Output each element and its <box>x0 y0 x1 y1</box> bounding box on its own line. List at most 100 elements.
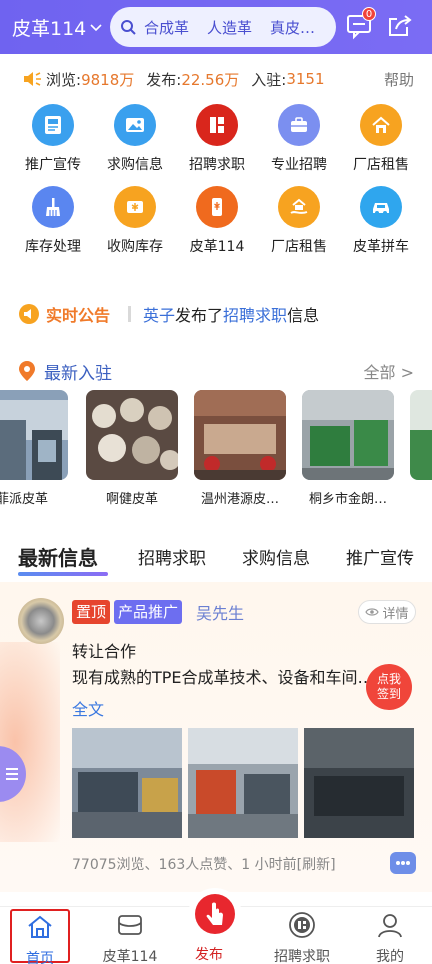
share-icon[interactable] <box>387 13 413 39</box>
tab-latest[interactable]: 最新信息 <box>18 542 98 571</box>
newest-shops-carousel[interactable]: 菲派皮革 啊健皮革 温州港源皮… 桐乡市金朗… 亚 <box>0 390 432 510</box>
publish-button[interactable] <box>188 888 242 942</box>
message-badge: 0 <box>362 7 376 21</box>
promotion-icon <box>32 104 74 146</box>
shop-photo <box>194 390 286 480</box>
views-label: 浏览: <box>46 70 82 89</box>
detail-button[interactable]: 详情 <box>358 600 416 624</box>
speaker-icon <box>24 72 41 86</box>
author-name[interactable]: 吴先生 <box>196 600 244 624</box>
grid-item-inventory[interactable]: 库存处理 <box>12 186 94 256</box>
post-card[interactable]: 置顶 产品推广 吴先生 详情 转让合作 现有成熟的TPE合成革技术、设备和车间…… <box>0 582 432 892</box>
search-input[interactable]: 合成革 人造革 真皮… <box>110 7 336 47</box>
shop-photo <box>410 390 432 480</box>
grid-item-pro-recruit[interactable]: 专业招聘 <box>258 104 340 174</box>
phone-icon <box>196 186 238 228</box>
grid-item-promotion[interactable]: 推广宣传 <box>12 104 94 174</box>
shop-name: 桐乡市金朗… <box>308 492 387 507</box>
shop-card[interactable]: 菲派皮革 <box>0 390 68 507</box>
post-meta: 77075浏览、163人点赞、1 小时前[刷新] <box>72 857 336 873</box>
active-tab-indicator <box>18 572 108 576</box>
house-hand-icon <box>278 186 320 228</box>
post-photo[interactable]: 更多 图片 <box>304 728 414 838</box>
home-icon <box>28 915 52 938</box>
full-text-link[interactable]: 全文 <box>72 696 104 720</box>
grid-label: 皮革拼车 <box>353 239 409 255</box>
views-value: 9818万 <box>81 70 135 89</box>
checkin-line: 点我 <box>376 672 401 686</box>
grid-label: 招聘求职 <box>189 157 245 173</box>
notice-text: 发布了 <box>175 306 224 325</box>
shop-name: 温州港源皮… <box>200 492 279 507</box>
tab-promotion[interactable]: 推广宣传 <box>346 544 414 569</box>
stats-bar: 浏览: 9818万 发布: 22.56万 入驻: 3151 帮助 <box>0 62 432 96</box>
briefcase-icon <box>278 104 320 146</box>
nav-home[interactable]: 首页 <box>10 909 70 964</box>
store-icon <box>118 915 142 935</box>
grid-item-rental-2[interactable]: 厂店租售 <box>258 186 340 256</box>
search-keyword[interactable]: 真皮… <box>270 17 315 38</box>
recruit-icon <box>196 104 238 146</box>
info-tabs: 最新信息 招聘求职 求购信息 推广宣传 <box>0 540 432 580</box>
post-title: 转让合作 <box>72 642 137 661</box>
image-icon <box>114 104 156 146</box>
grid-item-acquire-stock[interactable]: 收购库存 <box>94 186 176 256</box>
search-keyword[interactable]: 人造革 <box>207 17 252 38</box>
publish-label: 发布 <box>195 947 223 963</box>
shop-name: 啊健皮革 <box>105 492 158 507</box>
nav-me[interactable]: 我的 <box>352 911 428 964</box>
grid-label: 厂店租售 <box>353 157 409 173</box>
shop-name: 亚 <box>410 488 432 507</box>
search-keyword[interactable]: 合成革 <box>144 17 189 38</box>
post-body: 现有成熟的TPE合成革技术、设备和车间… <box>72 668 374 687</box>
post-photo[interactable] <box>188 728 298 838</box>
avatar[interactable] <box>18 598 64 644</box>
chevron-down-icon <box>90 24 102 32</box>
newest-title: 最新入驻 <box>44 363 112 384</box>
shop-card[interactable]: 啊健皮革 <box>86 390 178 507</box>
shop-photo <box>302 390 394 480</box>
grid-item-leather114[interactable]: 皮革114 <box>176 186 258 256</box>
shop-card[interactable]: 桐乡市金朗… <box>302 390 394 507</box>
comment-icon[interactable] <box>390 852 416 874</box>
grid-label: 库存处理 <box>25 239 81 255</box>
checkin-button[interactable]: 点我 签到 <box>366 664 412 710</box>
grid-label: 专业招聘 <box>271 157 327 173</box>
menu-icon <box>6 768 18 780</box>
grid-label: 推广宣传 <box>25 157 81 173</box>
eye-icon <box>365 608 380 616</box>
help-link[interactable]: 帮助 <box>384 69 414 90</box>
notice-link[interactable]: 招聘求职 <box>223 302 287 326</box>
realtime-notice[interactable]: 实时公告 英子 发布了 招聘求职 信息 <box>18 300 418 328</box>
city-switcher[interactable]: 皮革114 <box>12 14 102 41</box>
grid-item-rental[interactable]: 厂店租售 <box>340 104 422 174</box>
tab-recruit[interactable]: 招聘求职 <box>138 544 206 569</box>
shop-card[interactable]: 温州港源皮… <box>194 390 286 507</box>
nav-leather[interactable]: 皮革114 <box>92 911 168 964</box>
tab-purchase[interactable]: 求购信息 <box>242 544 310 569</box>
post-photo[interactable] <box>72 728 182 838</box>
top-header: 皮革114 合成革 人造革 真皮… 0 <box>0 0 432 54</box>
checkin-line: 签到 <box>376 687 401 701</box>
grid-item-recruit[interactable]: 招聘求职 <box>176 104 258 174</box>
newest-header: 最新入驻 全部 > <box>18 358 414 384</box>
shop-photo <box>86 390 178 480</box>
notice-title: 实时公告 <box>46 306 111 325</box>
publish-icon <box>195 894 235 934</box>
view-all-link[interactable]: 全部 > <box>364 359 415 383</box>
house-icon <box>360 104 402 146</box>
broom-icon <box>32 186 74 228</box>
grid-item-carpool[interactable]: 皮革拼车 <box>340 186 422 256</box>
car-icon <box>360 186 402 228</box>
grid-item-purchase[interactable]: 求购信息 <box>94 104 176 174</box>
nav-leather-label: 皮革114 <box>102 949 158 964</box>
grid-label: 收购库存 <box>107 239 163 255</box>
notice-divider <box>128 306 132 322</box>
shop-card[interactable]: 亚 <box>410 390 432 507</box>
notice-text: 信息 <box>287 306 320 325</box>
post-photos: 更多 图片 <box>72 728 416 838</box>
nav-jobs[interactable]: 招聘求职 <box>264 911 340 964</box>
brand-title: 皮革114 <box>12 17 87 40</box>
notice-user[interactable]: 英子 <box>143 302 175 326</box>
nav-me-label: 我的 <box>376 949 404 964</box>
